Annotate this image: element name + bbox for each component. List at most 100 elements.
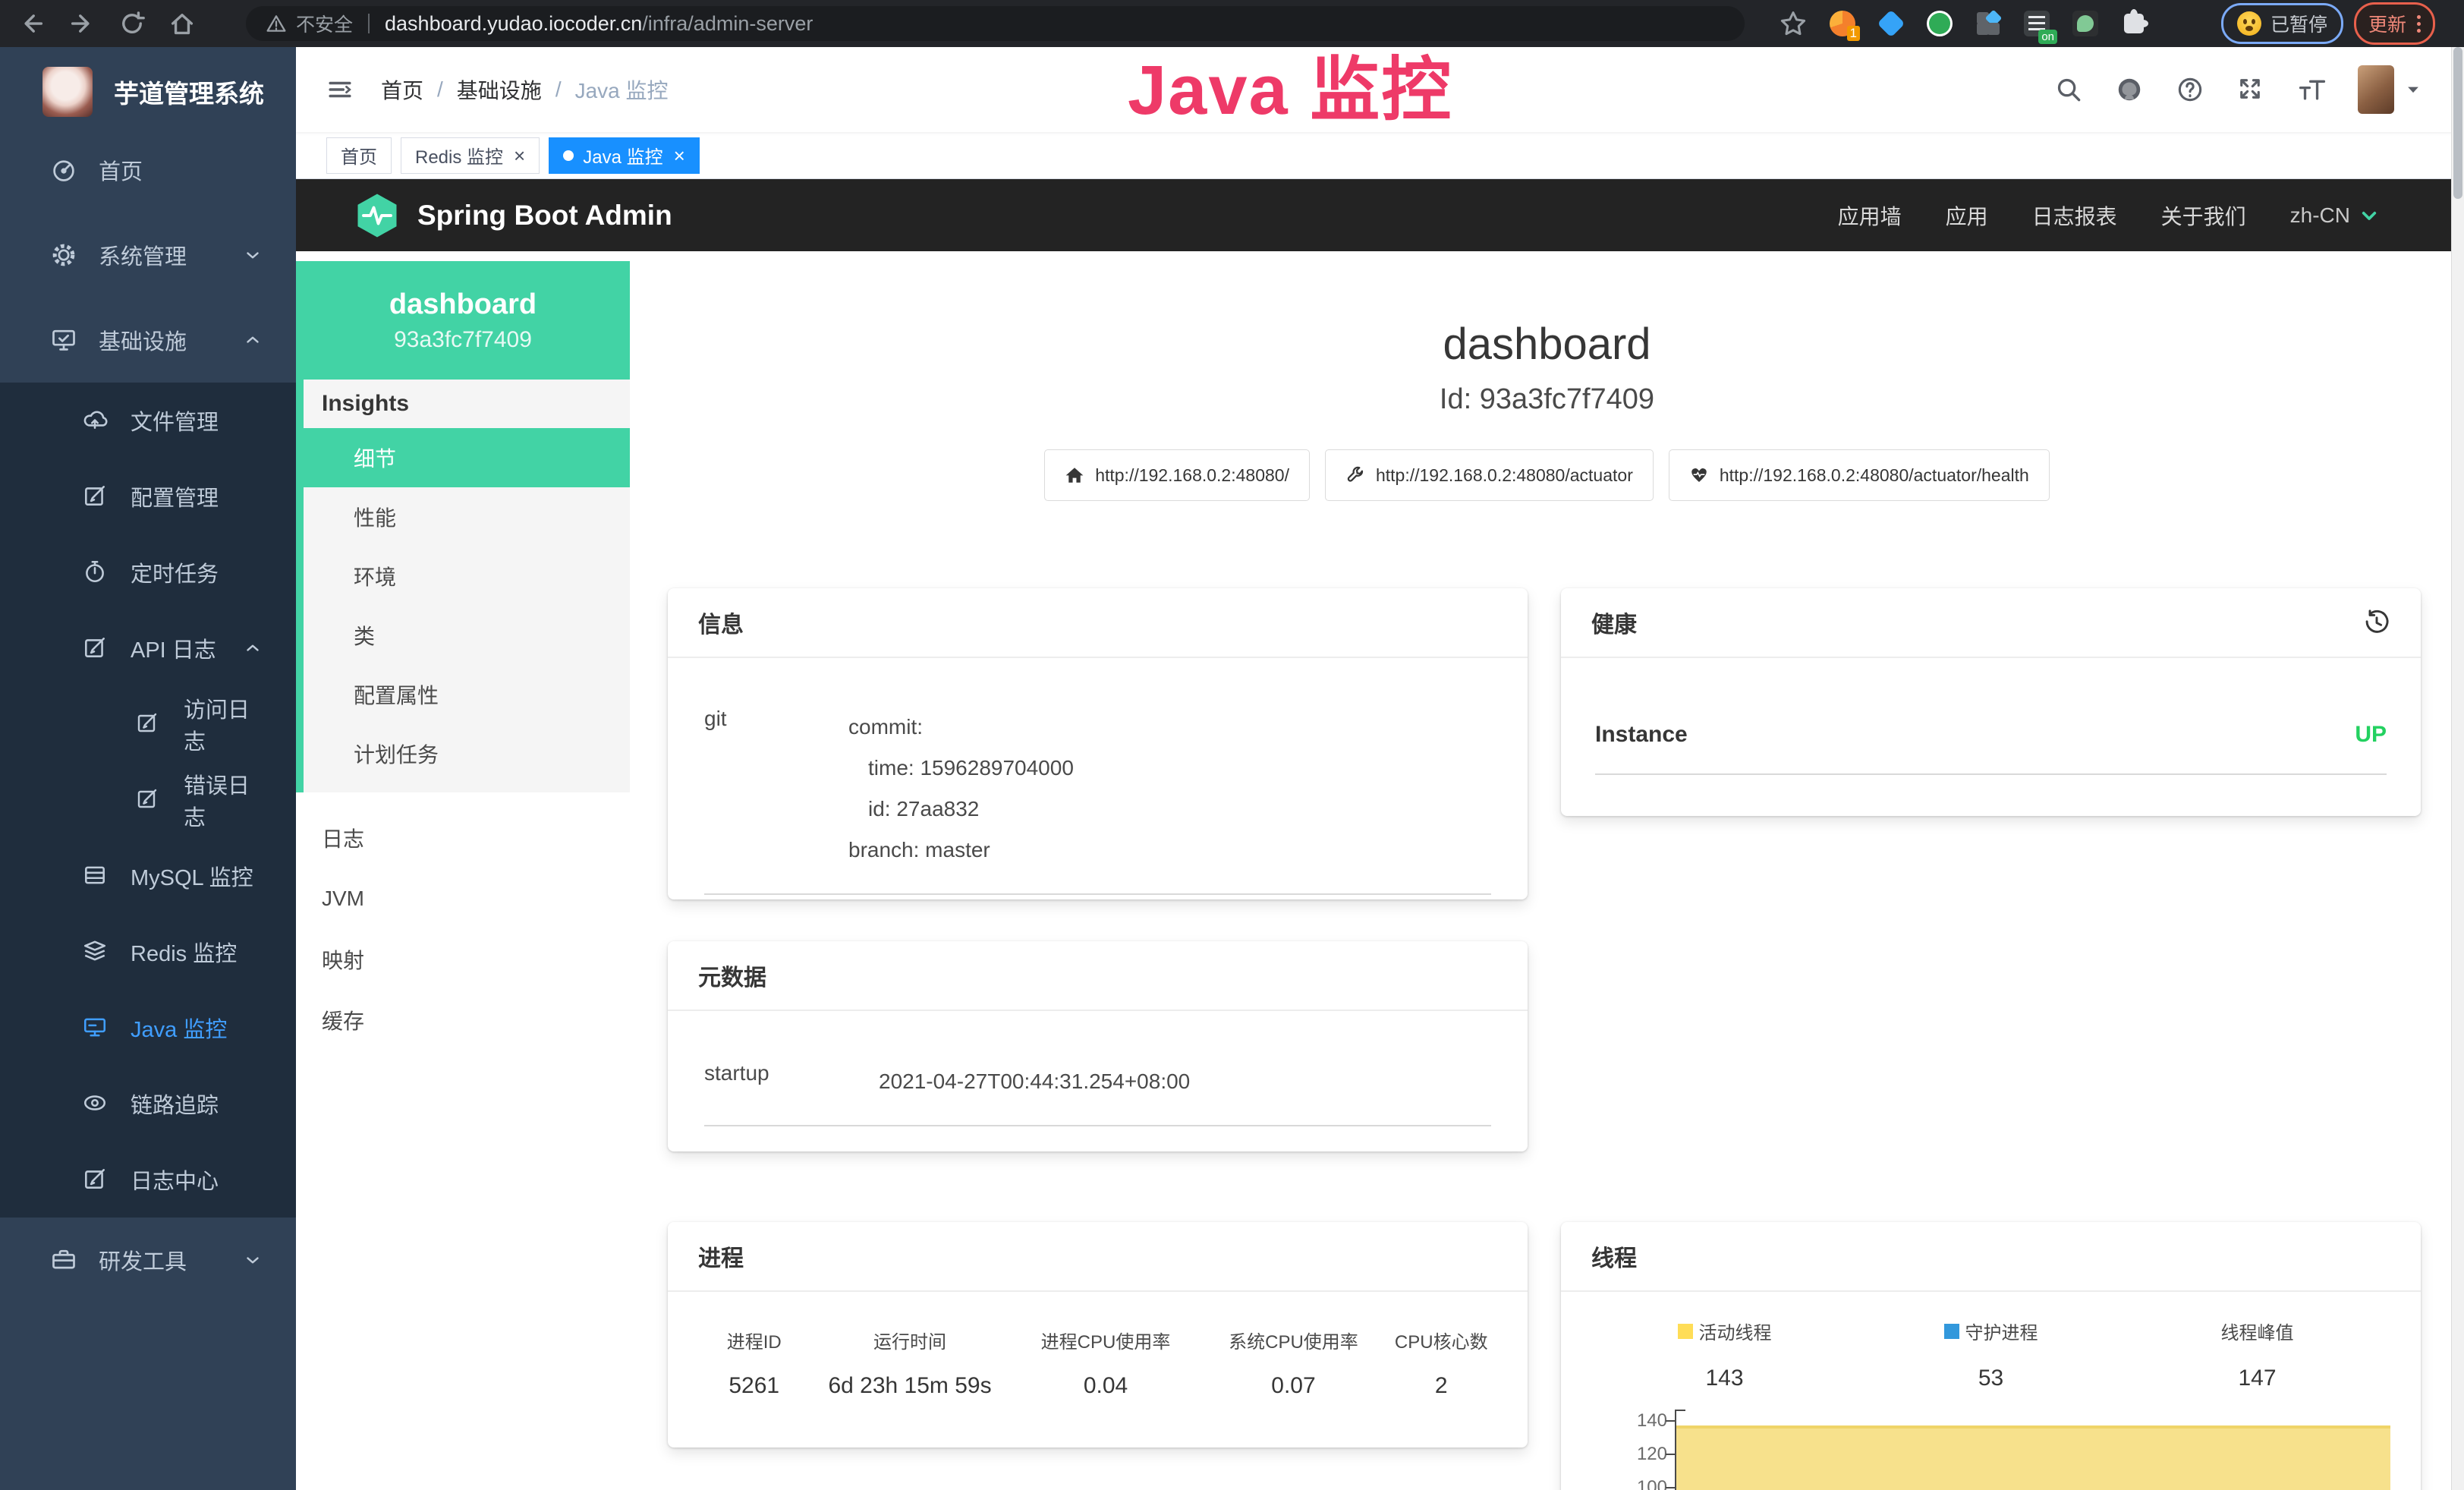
sidebar-item-java-monitor[interactable]: Java 监控 (0, 990, 296, 1066)
sidebar-item-label: Java 监控 (131, 1012, 227, 1044)
sidebar-item-system[interactable]: 系统管理 (0, 213, 296, 298)
address-bar[interactable]: 不安全 dashboard.yudao.iocoder.cn/infra/adm… (246, 6, 1745, 41)
instance-menu-logs[interactable]: 日志 (296, 808, 630, 868)
browser-forward-icon[interactable] (68, 10, 96, 37)
metadata-card-title: 元数据 (668, 941, 1528, 1011)
user-avatar[interactable] (2358, 65, 2394, 114)
health-url-chip[interactable]: http://192.168.0.2:48080/actuator/health (1669, 449, 2050, 501)
cloud-upload-icon (82, 407, 109, 434)
sidebar-item-label: 错误日志 (184, 768, 263, 832)
eye-icon (82, 1090, 109, 1117)
profile-paused-chip[interactable]: 已暂停 (2221, 3, 2343, 44)
process-table: 进程ID 运行时间 进程CPU使用率 系统CPU使用率 CPU核心数 5261 … (698, 1327, 1497, 1399)
paused-label: 已暂停 (2270, 10, 2327, 37)
sidebar-item-dev-tools[interactable]: 研发工具 (0, 1218, 296, 1303)
bookmark-star-icon[interactable] (1778, 8, 1808, 39)
service-url-chip[interactable]: http://192.168.0.2:48080/ (1044, 449, 1310, 501)
help-icon[interactable] (2176, 75, 2204, 104)
browser-menu-icon[interactable] (2417, 15, 2421, 33)
extension-icon-orange[interactable]: 1 (1828, 9, 1857, 38)
sidebar-item-infra[interactable]: 基础设施 (0, 298, 296, 383)
scrollbar-thumb[interactable] (2453, 47, 2462, 199)
tab-home[interactable]: 首页 (326, 137, 392, 174)
update-label: 更新 (2368, 10, 2406, 37)
sba-link-wallboard[interactable]: 应用墙 (1838, 200, 1902, 231)
sidebar-item-log-center[interactable]: 日志中心 (0, 1142, 296, 1218)
sidebar-item-mysql-monitor[interactable]: MySQL 监控 (0, 838, 296, 914)
git-commit-line: commit: (848, 707, 1074, 748)
tab-close-icon[interactable]: × (674, 146, 685, 165)
search-icon[interactable] (2054, 75, 2083, 104)
browser-refresh-icon[interactable] (118, 10, 146, 37)
tab-java-monitor[interactable]: Java 监控 × (549, 137, 700, 174)
sidebar-item-redis-monitor[interactable]: Redis 监控 (0, 914, 296, 990)
spring-boot-admin-navbar: Spring Boot Admin 应用墙 应用 日志报表 关于我们 zh-CN (296, 179, 2464, 251)
browser-back-icon[interactable] (18, 10, 46, 37)
sidebar-item-tracing[interactable]: 链路追踪 (0, 1066, 296, 1142)
menu-label: JVM (322, 887, 364, 911)
app-logo[interactable]: 芋道管理系统 (0, 47, 296, 117)
metadata-key: startup (704, 1061, 879, 1102)
chevron-up-icon (243, 638, 263, 658)
instance-menu-config-props[interactable]: 配置属性 (304, 665, 630, 724)
tab-close-icon[interactable]: × (514, 146, 525, 165)
security-label[interactable]: 不安全 (296, 10, 353, 37)
browser-home-icon[interactable] (168, 10, 196, 37)
sidebar-item-label: MySQL 监控 (131, 860, 253, 892)
browser-update-button[interactable]: 更新 (2354, 2, 2435, 45)
extension-icon-gem[interactable] (1877, 9, 1905, 38)
sba-link-about[interactable]: 关于我们 (2161, 200, 2246, 231)
chevron-up-icon (243, 330, 263, 350)
breadcrumb-infra[interactable]: 基础设施 (457, 74, 542, 105)
github-icon[interactable] (2115, 75, 2144, 104)
instance-id: 93a3fc7f7409 (296, 327, 630, 353)
not-secure-warning-icon (266, 13, 287, 34)
sidebar-item-file-mgmt[interactable]: 文件管理 (0, 383, 296, 458)
sidebar-item-api-logs[interactable]: API 日志 (0, 610, 296, 686)
actuator-url-chip[interactable]: http://192.168.0.2:48080/actuator (1325, 449, 1654, 501)
instance-menu-environment[interactable]: 环境 (304, 547, 630, 606)
sidebar-item-error-logs[interactable]: 错误日志 (0, 762, 296, 838)
heart-icon (1689, 465, 1709, 485)
instance-menu-classes[interactable]: 类 (304, 606, 630, 665)
layers-icon (82, 938, 109, 966)
avatar-caret-down-icon[interactable] (2405, 81, 2422, 98)
tab-label: Java 监控 (583, 142, 662, 169)
instance-menu-jvm[interactable]: JVM (296, 868, 630, 929)
sidebar-item-config-mgmt[interactable]: 配置管理 (0, 458, 296, 534)
breadcrumb-home[interactable]: 首页 (381, 74, 423, 105)
hamburger-icon[interactable] (325, 77, 355, 102)
extensions-puzzle-icon[interactable] (2119, 9, 2148, 38)
sba-locale-select[interactable]: zh-CN (2290, 203, 2379, 228)
metadata-card: 元数据 startup 2021-04-27T00:44:31.254+08:0… (668, 941, 1528, 1151)
sidebar-item-label: 基础设施 (99, 324, 187, 356)
tab-label: Redis 监控 (415, 142, 503, 169)
font-size-icon[interactable] (2297, 75, 2326, 104)
instance-menu-mappings[interactable]: 映射 (296, 929, 630, 990)
process-value-cpus: 2 (1386, 1373, 1497, 1399)
extension-icon-squares[interactable] (1974, 9, 2003, 38)
fullscreen-icon[interactable] (2236, 75, 2265, 104)
history-icon[interactable] (2363, 609, 2390, 636)
tab-redis-monitor[interactable]: Redis 监控 × (401, 137, 540, 174)
instance-menu-caches[interactable]: 缓存 (296, 990, 630, 1051)
instance-menu-details[interactable]: 细节 (304, 428, 630, 487)
sba-link-applications[interactable]: 应用 (1946, 200, 1988, 231)
process-value-pid: 5261 (698, 1373, 810, 1399)
sidebar-item-access-logs[interactable]: 访问日志 (0, 686, 296, 762)
sidebar-submenu-infra: 文件管理 配置管理 定时任务 (0, 383, 296, 1218)
instance-menu-scheduled-tasks[interactable]: 计划任务 (304, 724, 630, 783)
instance-menu-metrics[interactable]: 性能 (304, 487, 630, 547)
sba-brand[interactable]: Spring Boot Admin (357, 193, 672, 238)
sidebar-item-home[interactable]: 首页 (0, 128, 296, 213)
log-icon (82, 635, 109, 662)
extension-icon-lines[interactable]: on (2022, 9, 2051, 38)
sba-link-journal[interactable]: 日志报表 (2032, 200, 2117, 231)
chevron-down-icon (243, 1250, 263, 1270)
threads-card-title: 线程 (1561, 1222, 2421, 1292)
extension-icon-green-circle[interactable] (1925, 9, 1954, 38)
sidebar-item-cron-jobs[interactable]: 定时任务 (0, 534, 296, 610)
process-header-sys-cpu: 系统CPU使用率 (1201, 1327, 1385, 1353)
process-value-uptime: 6d 23h 15m 59s (810, 1373, 1009, 1399)
extension-icon-leaf[interactable] (2071, 9, 2100, 38)
